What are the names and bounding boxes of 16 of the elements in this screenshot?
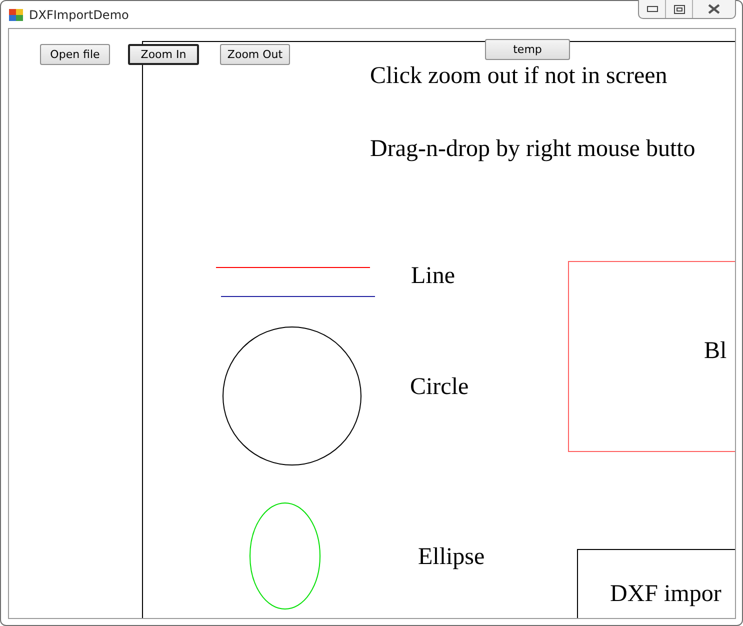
form-button[interactable]: Zoom In (128, 44, 199, 65)
form-button[interactable]: Zoom Out (220, 44, 290, 65)
app-icon (9, 8, 23, 20)
shape-label: Ellipse (418, 543, 485, 572)
minimize-icon (646, 6, 658, 12)
shape-label: Circle (410, 373, 469, 402)
maximize-icon (674, 4, 684, 14)
shape-label: DXF impor (610, 580, 722, 609)
canvas-note: Click zoom out if not in screen (370, 62, 668, 91)
form-button[interactable]: temp (485, 39, 570, 60)
form-button[interactable]: Open file (40, 44, 110, 65)
close-icon (708, 4, 720, 14)
window-title: DXFImportDemo (29, 8, 129, 22)
canvas-note: Drag-n-drop by right mouse butto (370, 135, 696, 164)
shape-label: Bl (704, 337, 727, 366)
shape-label: Line (411, 262, 455, 291)
